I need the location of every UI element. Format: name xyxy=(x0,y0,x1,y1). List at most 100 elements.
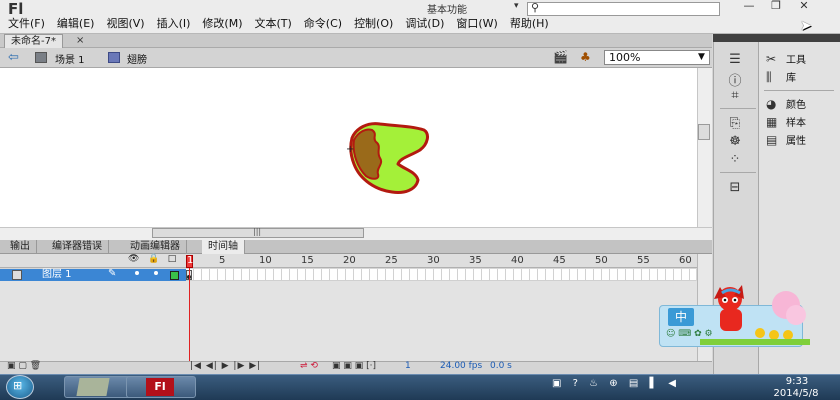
grip-icon: ||| xyxy=(253,227,262,236)
tab-timeline[interactable]: 时间轴 xyxy=(202,240,245,254)
zoom-value: 100% xyxy=(609,51,641,64)
layer-buttons[interactable]: ▣ ▢ 🗑 xyxy=(7,361,41,371)
frame-number: 35 xyxy=(469,255,482,266)
workspace-switcher[interactable]: 基本功能 xyxy=(427,1,467,16)
ime-mode-label[interactable]: 中 xyxy=(668,308,694,326)
scene-panel-icon[interactable]: ⊟ xyxy=(726,180,744,196)
breadcrumb-symbol[interactable]: 翅膀 xyxy=(127,51,147,66)
components-icon[interactable]: ☸ xyxy=(726,134,744,150)
lock-dot[interactable] xyxy=(154,271,158,275)
menu-modify[interactable]: 修改(M) xyxy=(200,16,252,32)
menu-commands[interactable]: 命令(C) xyxy=(302,16,352,32)
color-icon: ◕ xyxy=(766,97,777,111)
flash-ide-window: Fl 文件(F) 编辑(E) 视图(V) 插入(I) 修改(M) 文本(T) 命… xyxy=(0,0,840,400)
library-icon: ⫼ xyxy=(766,70,772,84)
info-icon[interactable]: ⓘ xyxy=(726,70,744,89)
frame-number: 40 xyxy=(511,255,524,266)
menu-insert[interactable]: 插入(I) xyxy=(155,16,201,32)
tab-output[interactable]: 输出 xyxy=(4,240,37,254)
current-frame-readout: 1 xyxy=(405,361,411,371)
symbol-icon xyxy=(108,52,120,63)
frame-number: 20 xyxy=(343,255,356,266)
dock-item-tools[interactable]: ✂ 工具 xyxy=(766,51,836,67)
document-tab[interactable]: 未命名-7* xyxy=(4,34,63,48)
flash-app-icon: Fl xyxy=(146,378,174,396)
playhead-line xyxy=(189,268,190,362)
dock-divider xyxy=(764,90,834,91)
minimize-button[interactable]: — xyxy=(735,0,763,14)
back-arrow-icon[interactable]: ⇦ xyxy=(8,50,19,65)
menu-edit[interactable]: 编辑(E) xyxy=(55,16,105,32)
menu-file[interactable]: 文件(F) xyxy=(6,16,55,32)
edit-symbol-icon[interactable]: ♣ xyxy=(580,50,591,64)
close-icon[interactable]: × xyxy=(76,35,84,46)
wing-shape[interactable]: + xyxy=(346,118,432,198)
menu-control[interactable]: 控制(O) xyxy=(352,16,403,32)
frame-number: 60 xyxy=(679,255,692,266)
playback-controls[interactable]: |◀ ◀| ▶ |▶ ▶| xyxy=(190,361,261,371)
onion-skin-icon[interactable]: ⇌ ⟲ xyxy=(300,361,318,371)
menu-help[interactable]: 帮助(H) xyxy=(508,16,559,32)
properties-icon: ▤ xyxy=(766,133,778,147)
code-snippets-icon[interactable]: ⎘ xyxy=(726,116,744,132)
layer-toggle-icons[interactable]: 👁 🔒 □ xyxy=(128,254,176,264)
frame-cells[interactable] xyxy=(186,269,696,281)
menu-text[interactable]: 文本(T) xyxy=(252,16,301,32)
help-search-input[interactable] xyxy=(527,2,720,16)
close-button[interactable]: ✕ xyxy=(790,0,818,14)
document-tab-strip xyxy=(0,34,712,48)
onion-markers-icon[interactable]: ▣ ▣ ▣ [·] xyxy=(332,361,376,371)
dock-divider xyxy=(720,172,756,173)
outline-color-swatch[interactable] xyxy=(170,271,179,280)
frame-number: 25 xyxy=(385,255,398,266)
motion-presets-icon[interactable]: ⁘ xyxy=(726,152,744,168)
dock-header[interactable] xyxy=(758,34,840,42)
layer-name[interactable]: 图层 1 xyxy=(42,269,72,281)
swatches-icon: ▦ xyxy=(766,115,778,129)
timeline-empty-area xyxy=(0,281,712,361)
transform-icon[interactable]: ⌗ xyxy=(726,88,744,104)
align-icon[interactable]: ☰ xyxy=(726,52,744,68)
mascot-image xyxy=(700,285,810,345)
dock-item-library[interactable]: ⫼ 库 xyxy=(766,69,836,85)
system-tray-icons[interactable]: ▣ ? ♨ ⊕ ▤ ▌ ◀ xyxy=(552,378,680,389)
dock-item-properties[interactable]: ▤ 属性 xyxy=(766,132,836,148)
dock-item-color[interactable]: ◕ 颜色 xyxy=(766,96,836,112)
frame-number: 5 xyxy=(219,255,226,266)
clock-time[interactable]: 9:33 xyxy=(772,376,822,387)
fps-readout[interactable]: 24.00 fps xyxy=(440,361,482,371)
frame-number: 10 xyxy=(259,255,272,266)
layer-row[interactable] xyxy=(0,269,186,281)
visibility-dot[interactable] xyxy=(135,271,139,275)
windows-logo-icon: ⊞ xyxy=(13,379,23,392)
frame-number: 15 xyxy=(301,255,314,266)
elapsed-time-readout: 0.0 s xyxy=(490,361,512,371)
dock-header[interactable] xyxy=(713,34,758,42)
breadcrumb-scene[interactable]: 场景 1 xyxy=(55,51,85,66)
dock-item-swatches[interactable]: ▦ 样本 xyxy=(766,114,836,130)
frame-number: 50 xyxy=(595,255,608,266)
dock-item-label: 颜色 xyxy=(786,100,806,111)
chevron-down-icon[interactable]: ▾ xyxy=(514,1,519,11)
tab-motion-editor[interactable]: 动画编辑器 xyxy=(124,240,187,254)
menu-view[interactable]: 视图(V) xyxy=(104,16,154,32)
restore-button[interactable]: ❐ xyxy=(762,0,790,14)
frame-number: 45 xyxy=(553,255,566,266)
menu-bar: 文件(F) 编辑(E) 视图(V) 插入(I) 修改(M) 文本(T) 命令(C… xyxy=(6,16,559,32)
stage-vertical-scrollbar[interactable] xyxy=(697,68,712,227)
search-icon: ⚲ xyxy=(531,1,540,14)
clock-date[interactable]: 2014/5/8 xyxy=(756,388,836,399)
chevron-down-icon[interactable]: ▼ xyxy=(698,52,705,62)
playhead-label: 1 xyxy=(187,255,194,266)
menu-window[interactable]: 窗口(W) xyxy=(454,16,507,32)
frame-number: 55 xyxy=(637,255,650,266)
tab-compiler-errors[interactable]: 编译器错误 xyxy=(46,240,109,254)
frame-number: 30 xyxy=(427,255,440,266)
pencil-icon: ✎ xyxy=(108,268,117,279)
scrollbar-thumb[interactable] xyxy=(698,124,710,140)
edit-scene-icon[interactable]: 🎬 xyxy=(553,50,568,64)
dock-item-label: 样本 xyxy=(786,118,806,129)
dock-divider xyxy=(720,108,756,109)
image-thumbnail-icon xyxy=(76,378,110,396)
menu-debug[interactable]: 调试(D) xyxy=(403,16,454,32)
